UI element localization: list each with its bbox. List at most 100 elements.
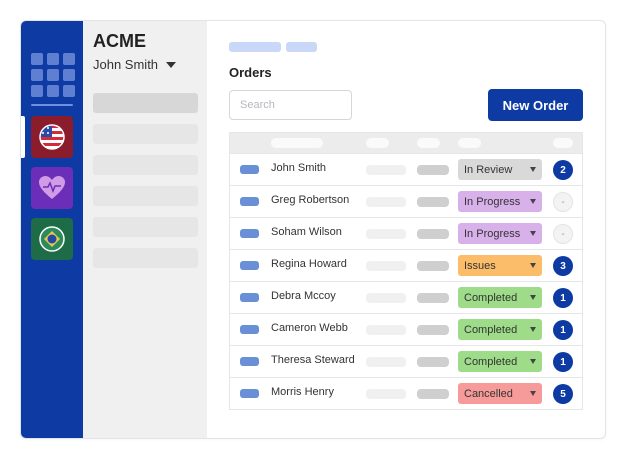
placeholder-cell [417, 261, 449, 271]
placeholder-cell [366, 165, 406, 175]
user-menu[interactable]: John Smith [93, 57, 177, 72]
column-header[interactable] [366, 138, 389, 148]
breadcrumb-item[interactable] [229, 42, 281, 52]
flag-icon [240, 357, 259, 366]
sidebar-item[interactable] [93, 186, 198, 206]
rail-divider [31, 104, 73, 106]
app-window: ACME John Smith Orders Search New Order … [20, 20, 606, 439]
table-row[interactable]: Cameron Webb Completed 1 [230, 313, 582, 345]
status-label: Completed [464, 291, 518, 304]
placeholder-cell [366, 357, 406, 367]
status-label: Cancelled [464, 387, 513, 400]
status-label: In Progress [464, 195, 521, 208]
flag-icon [240, 261, 259, 270]
user-name: John Smith [93, 57, 159, 72]
app-grid-icon[interactable] [31, 53, 75, 97]
sidebar-item[interactable] [93, 155, 198, 175]
count-badge: 1 [553, 320, 573, 340]
status-dropdown[interactable]: In Progress [458, 191, 542, 212]
app-button-health[interactable] [31, 167, 73, 209]
column-header[interactable] [553, 138, 573, 148]
chevron-down-icon [166, 61, 177, 68]
sidebar-item[interactable] [93, 93, 198, 113]
us-flag-icon [39, 124, 65, 150]
customer-name: Morris Henry [271, 386, 334, 398]
breadcrumb-item[interactable] [286, 42, 317, 52]
sidebar-item[interactable] [93, 248, 198, 268]
orders-table: John Smith In Review 2 Greg Robertson In Pro… [229, 132, 583, 410]
count-badge: - [553, 192, 573, 212]
placeholder-cell [366, 229, 406, 239]
table-body: John Smith In Review 2 Greg Robertson In Pro… [230, 153, 582, 409]
table-row[interactable]: Greg Robertson In Progress - [230, 185, 582, 217]
status-dropdown[interactable]: In Progress [458, 223, 542, 244]
column-header[interactable] [271, 138, 323, 148]
placeholder-cell [417, 357, 449, 367]
customer-name: John Smith [271, 162, 327, 174]
placeholder-cell [417, 165, 449, 175]
count-badge: 5 [553, 384, 573, 404]
flag-icon [240, 165, 259, 174]
status-dropdown[interactable]: Cancelled [458, 383, 542, 404]
placeholder-cell [417, 197, 449, 207]
heart-pulse-icon [39, 176, 65, 199]
brand-name: ACME [93, 31, 146, 51]
placeholder-cell [366, 325, 406, 335]
table-row[interactable]: Theresa Steward Completed 1 [230, 345, 582, 377]
count-badge: 3 [553, 256, 573, 276]
chevron-down-icon [530, 231, 536, 236]
placeholder-cell [417, 229, 449, 239]
sidebar-item[interactable] [93, 217, 198, 237]
customer-name: Cameron Webb [271, 322, 348, 334]
flag-icon [240, 197, 259, 206]
count-badge: 2 [553, 160, 573, 180]
table-header [230, 133, 582, 153]
count-badge: 1 [553, 352, 573, 372]
flag-icon [240, 389, 259, 398]
column-header[interactable] [458, 138, 481, 148]
placeholder-cell [417, 293, 449, 303]
status-label: Completed [464, 355, 518, 368]
placeholder-cell [366, 261, 406, 271]
customer-name: Debra Mccoy [271, 290, 336, 302]
active-app-indicator [21, 116, 25, 158]
status-dropdown[interactable]: Completed [458, 319, 542, 340]
flag-icon [240, 293, 259, 302]
table-row[interactable]: John Smith In Review 2 [230, 153, 582, 185]
placeholder-cell [366, 389, 406, 399]
customer-name: Regina Howard [271, 258, 347, 270]
column-header[interactable] [417, 138, 440, 148]
app-button-us[interactable] [31, 116, 73, 158]
chevron-down-icon [530, 167, 536, 172]
count-badge: 1 [553, 288, 573, 308]
chevron-down-icon [530, 359, 536, 364]
placeholder-cell [417, 325, 449, 335]
table-row[interactable]: Morris Henry Cancelled 5 [230, 377, 582, 409]
search-input[interactable]: Search [229, 90, 352, 120]
status-label: Completed [464, 323, 518, 336]
customer-name: Theresa Steward [271, 354, 355, 366]
brazil-flag-icon [39, 226, 65, 252]
table-row[interactable]: Soham Wilson In Progress - [230, 217, 582, 249]
chevron-down-icon [530, 327, 536, 332]
count-badge: - [553, 224, 573, 244]
app-button-brazil[interactable] [31, 218, 73, 260]
main-content: Orders Search New Order John Smith In Rev… [207, 21, 605, 438]
chevron-down-icon [530, 263, 536, 268]
new-order-button[interactable]: New Order [488, 89, 583, 121]
status-label: In Review [464, 163, 513, 176]
table-row[interactable]: Regina Howard Issues 3 [230, 249, 582, 281]
app-rail [21, 21, 83, 438]
status-dropdown[interactable]: Issues [458, 255, 542, 276]
chevron-down-icon [530, 295, 536, 300]
status-label: In Progress [464, 227, 521, 240]
status-dropdown[interactable]: In Review [458, 159, 542, 180]
sidebar-item[interactable] [93, 124, 198, 144]
status-dropdown[interactable]: Completed [458, 351, 542, 372]
chevron-down-icon [530, 391, 536, 396]
chevron-down-icon [530, 199, 536, 204]
status-dropdown[interactable]: Completed [458, 287, 542, 308]
table-row[interactable]: Debra Mccoy Completed 1 [230, 281, 582, 313]
flag-icon [240, 325, 259, 334]
sidebar: ACME John Smith [83, 21, 207, 438]
